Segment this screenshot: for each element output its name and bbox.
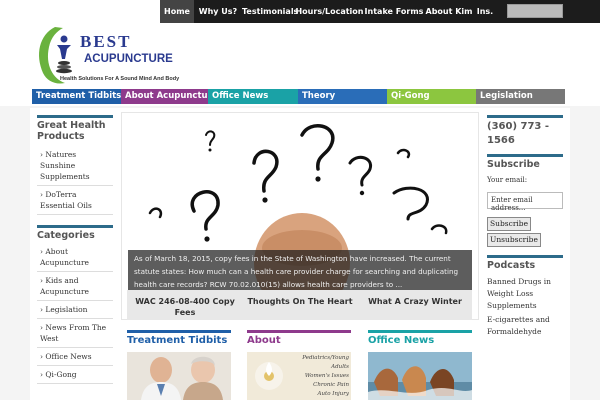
product-link-label: Natures Sunshine Supplements (40, 150, 90, 181)
category-treatment-tidbits[interactable]: Treatment Tidbits (32, 89, 121, 104)
category-qi-gong[interactable]: Qi-Gong (387, 89, 476, 104)
slider-tab[interactable]: Thoughts On The Heart (245, 296, 355, 307)
category-about-acupuncture[interactable]: About Acupuncture (121, 89, 218, 104)
email-field[interactable]: Enter email address... (487, 192, 563, 212)
topnav-ins[interactable]: Ins. (474, 0, 496, 23)
category-link[interactable]: › News From The West (37, 319, 113, 348)
unsubscribe-button[interactable]: Unsubscribe (487, 233, 541, 247)
right-sidebar: (360) 773 - 1566 Subscribe Your email: E… (487, 115, 563, 338)
about-acupuncture-heading[interactable]: About Acupuncture (247, 330, 351, 362)
category-link[interactable]: › About Acupuncture (37, 243, 113, 272)
category-link[interactable]: › Kids and Acupuncture (37, 272, 113, 301)
category-legislation[interactable]: Legislation (476, 89, 565, 104)
left-sidebar: Great Health Products › Natures Sunshine… (37, 115, 113, 384)
product-link-label: DoTerra Essential Oils (40, 190, 92, 210)
phone-number[interactable]: (360) 773 - 1566 (487, 115, 563, 148)
category-link-label: Office News (45, 352, 92, 361)
topnav-testimonials[interactable]: Testimonials (242, 0, 298, 23)
office-news-image[interactable] (368, 352, 472, 400)
category-link-label: News From The West (40, 323, 107, 343)
podcasts-heading: Podcasts (487, 255, 563, 272)
category-link-label: About Acupuncture (40, 247, 89, 267)
brand-name-line1[interactable]: BEST (80, 32, 131, 52)
topnav-intake-forms[interactable]: Intake Forms (364, 0, 424, 23)
topnav-home[interactable]: Home (160, 0, 194, 23)
brand-tagline: Health Solutions For A Sound Mind And Bo… (60, 76, 180, 82)
topnav-about-kim[interactable]: About Kim (424, 0, 474, 23)
category-link-label: Kids and Acupuncture (40, 276, 89, 296)
brand-name-line2[interactable]: ACUPUNCTURE (84, 53, 173, 65)
categories-heading: Categories (37, 225, 113, 241)
topnav-why-us[interactable]: Why Us? (194, 0, 242, 23)
category-link[interactable]: › Legislation (37, 301, 113, 319)
category-office-news[interactable]: Office News (208, 89, 298, 104)
category-link-label: Legislation (45, 305, 88, 314)
category-link[interactable]: › Office News (37, 348, 113, 366)
product-link[interactable]: › Natures Sunshine Supplements (37, 146, 113, 186)
category-link[interactable]: › Qi-Gong (37, 366, 113, 384)
subscribe-heading: Subscribe (487, 154, 563, 171)
top-search-input[interactable] (507, 4, 563, 18)
slider-tab[interactable]: WAC 246-08-400 Copy Fees (133, 296, 237, 318)
slider-caption[interactable]: As of March 18, 2015, copy fees in the S… (128, 250, 472, 292)
podcast-link[interactable]: Banned Drugs in Weight Loss Supplements (487, 276, 563, 312)
slider-tabs: WAC 246-08-400 Copy Fees Thoughts On The… (127, 290, 472, 320)
site-header: BEST ACUPUNCTURE Health Solutions For A … (0, 23, 600, 87)
slider-tab[interactable]: What A Crazy Winter (363, 296, 467, 307)
featured-slider[interactable]: As of March 18, 2015, copy fees in the S… (121, 112, 479, 320)
treatment-tidbits-image[interactable] (127, 352, 231, 400)
product-link[interactable]: › DoTerra Essential Oils (37, 186, 113, 215)
email-label: Your email: (487, 176, 528, 184)
topnav-hours-location[interactable]: Hours/Location (295, 0, 364, 23)
category-link-label: Qi-Gong (45, 370, 77, 379)
category-theory[interactable]: Theory (298, 89, 387, 104)
acupuncture-poster-text: Pediatrics/Young Adults Women's Issues C… (302, 355, 349, 397)
products-heading: Great Health Products (37, 115, 113, 142)
treatment-tidbits-heading[interactable]: Treatment Tidbits (127, 330, 231, 346)
office-news-heading[interactable]: Office News (368, 330, 472, 346)
podcast-link[interactable]: E-cigarettes and Formaldehyde (487, 314, 563, 338)
about-acupuncture-image[interactable]: Pediatrics/Young Adults Women's Issues C… (247, 352, 351, 400)
